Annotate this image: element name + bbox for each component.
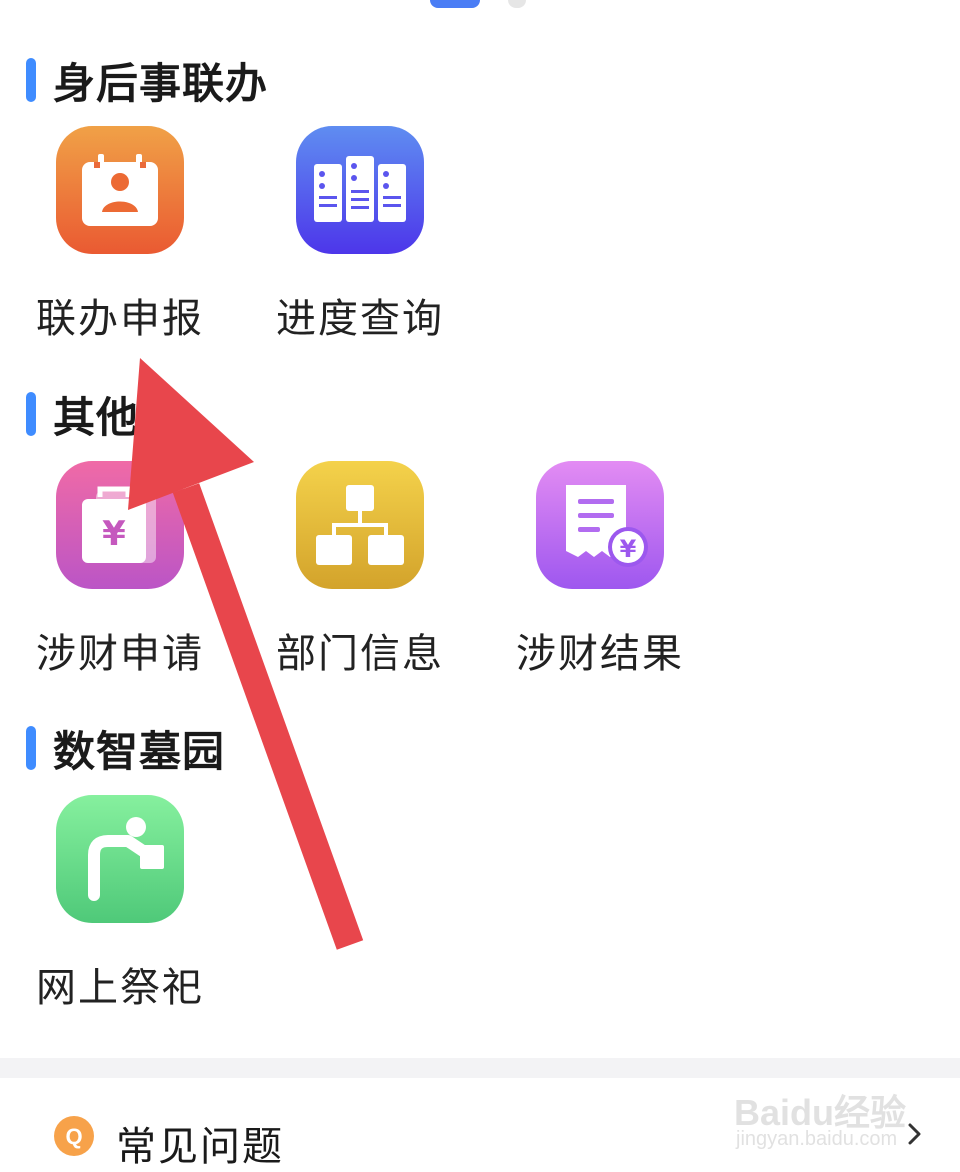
tile-label: 部门信息 — [276, 631, 444, 677]
section-title-text: 其他 — [53, 392, 140, 442]
section-title-other: 其他 — [26, 390, 139, 442]
tile-department-info[interactable]: 部门信息 — [260, 461, 460, 691]
section-accent-bar — [26, 58, 36, 102]
tile-label: 联办申报 — [36, 296, 204, 342]
section-title-posthumous: 身后事联办 — [26, 56, 268, 108]
section-title-text: 数智墓园 — [53, 726, 226, 776]
section-accent-bar — [26, 726, 36, 770]
baidu-watermark: Baidu经验 jingyan.baidu.com — [734, 1070, 924, 1160]
pager-dot[interactable] — [508, 0, 526, 8]
q-bubble-icon: Q — [54, 1116, 94, 1156]
tile-online-memorial[interactable]: 网上祭祀 — [20, 795, 220, 1025]
person-card-icon — [56, 126, 184, 254]
pager-dot-active[interactable] — [430, 0, 480, 8]
yuan-bag-icon: ¥ — [56, 461, 184, 589]
section-accent-bar — [26, 392, 36, 436]
watermark-url: jingyan.baidu.com — [736, 1128, 898, 1150]
tile-label: 涉财申请 — [36, 631, 204, 677]
tile-finance-application[interactable]: ¥ 涉财申请 — [20, 461, 220, 691]
tile-label: 网上祭祀 — [36, 965, 204, 1011]
svg-text:¥: ¥ — [620, 535, 637, 563]
tile-finance-result[interactable]: ¥ 涉财结果 — [500, 461, 700, 691]
tile-label: 涉财结果 — [516, 631, 684, 677]
tile-progress-query[interactable]: 进度查询 — [260, 126, 460, 356]
svg-text:¥: ¥ — [102, 514, 126, 554]
server-racks-icon — [296, 126, 424, 254]
faq-label: 常见问题 — [116, 1124, 284, 1170]
tile-joint-application[interactable]: 联办申报 — [20, 126, 220, 356]
section-title-digital-cemetery: 数智墓园 — [26, 724, 225, 776]
svg-text:Q: Q — [65, 1124, 82, 1149]
section-title-text: 身后事联办 — [53, 58, 269, 108]
receipt-yuan-icon: ¥ — [536, 461, 664, 589]
tile-label: 进度查询 — [276, 296, 444, 342]
person-bowing-icon — [56, 795, 184, 923]
service-page: 身后事联办 联办申报 进度查询 其他 ¥ 涉财申请 部门信息 ¥ 涉财结果 数智… — [0, 0, 960, 1172]
org-chart-icon — [296, 461, 424, 589]
